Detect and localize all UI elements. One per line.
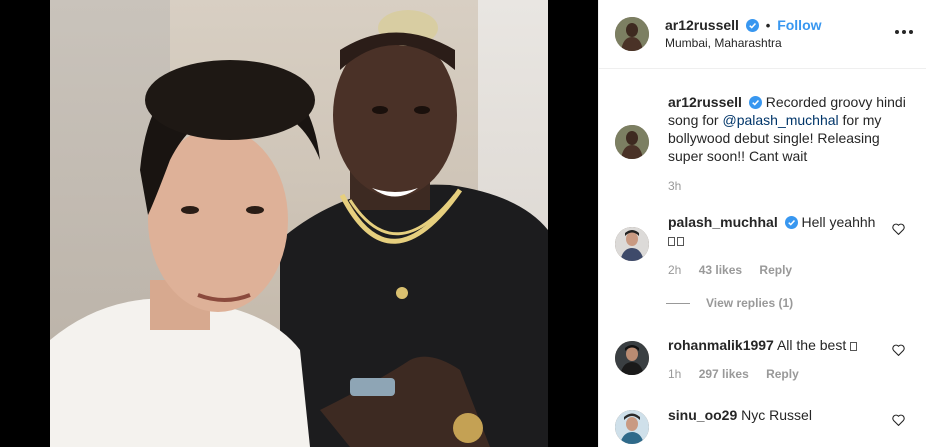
verified-badge-icon <box>784 216 798 229</box>
heart-outline-icon[interactable] <box>892 344 905 356</box>
comment-time: 2h <box>668 263 682 277</box>
comment-meta: 1h 297 likes Reply <box>668 367 813 381</box>
caption-author-avatar[interactable] <box>615 125 649 159</box>
view-replies-line <box>666 303 690 305</box>
author-avatar[interactable] <box>615 17 649 51</box>
comment-likes[interactable]: 297 likes <box>699 367 749 381</box>
comment-username[interactable]: palash_muchhal <box>668 214 778 230</box>
commenter-avatar[interactable] <box>615 341 649 375</box>
verified-badge-icon <box>745 19 759 32</box>
follow-button[interactable]: Follow <box>777 17 821 33</box>
reply-button[interactable]: Reply <box>759 263 792 277</box>
view-replies-button[interactable]: View replies (1) <box>666 296 793 310</box>
caption-mention-link[interactable]: @palash_muchhal <box>722 112 838 128</box>
caption-timestamp: 3h <box>668 179 682 193</box>
comment-likes[interactable]: 43 likes <box>699 263 742 277</box>
comment-body: All the best <box>776 337 847 353</box>
commenter-avatar[interactable] <box>615 410 649 444</box>
verified-badge-icon <box>748 96 762 109</box>
more-options-icon[interactable] <box>894 22 914 42</box>
comment-body: Hell yeahhh <box>801 214 876 230</box>
post-photo[interactable] <box>50 0 548 447</box>
comment-text: sinu_oo29 Nyc Russel <box>668 406 888 424</box>
emoji-placeholder <box>850 342 858 351</box>
comment-text: palash_muchhal Hell yeahhh <box>668 213 888 249</box>
comment-username[interactable]: rohanmalik1997 <box>668 337 774 353</box>
view-replies-label: View replies (1) <box>706 296 794 310</box>
photo-people-illustration <box>50 10 548 447</box>
comment-text: rohanmalik1997 All the best <box>668 336 898 354</box>
post-photo-area <box>0 0 598 447</box>
post-side-panel: ar12russell • Follow Mumbai, Maharashtra… <box>598 0 926 447</box>
heart-outline-icon[interactable] <box>892 223 905 235</box>
comment-time: 1h <box>668 367 682 381</box>
comment-body: Nyc Russel <box>741 407 812 423</box>
commenter-avatar[interactable] <box>615 227 649 261</box>
header-user-line: ar12russell • Follow <box>665 17 822 33</box>
emoji-placeholder <box>668 231 888 249</box>
comment-username[interactable]: sinu_oo29 <box>668 407 737 423</box>
reply-button[interactable]: Reply <box>766 367 799 381</box>
author-username[interactable]: ar12russell <box>665 17 739 33</box>
post-location[interactable]: Mumbai, Maharashtra <box>665 36 782 50</box>
caption-text: ar12russell Recorded groovy hindi song f… <box>668 93 916 165</box>
instagram-post-view: ar12russell • Follow Mumbai, Maharashtra… <box>0 0 926 447</box>
heart-outline-icon[interactable] <box>892 414 905 426</box>
caption-username[interactable]: ar12russell <box>668 94 742 110</box>
header-separator: • <box>765 18 771 33</box>
comment-meta: 2h 43 likes Reply <box>668 263 806 277</box>
post-header: ar12russell • Follow Mumbai, Maharashtra <box>599 0 926 69</box>
